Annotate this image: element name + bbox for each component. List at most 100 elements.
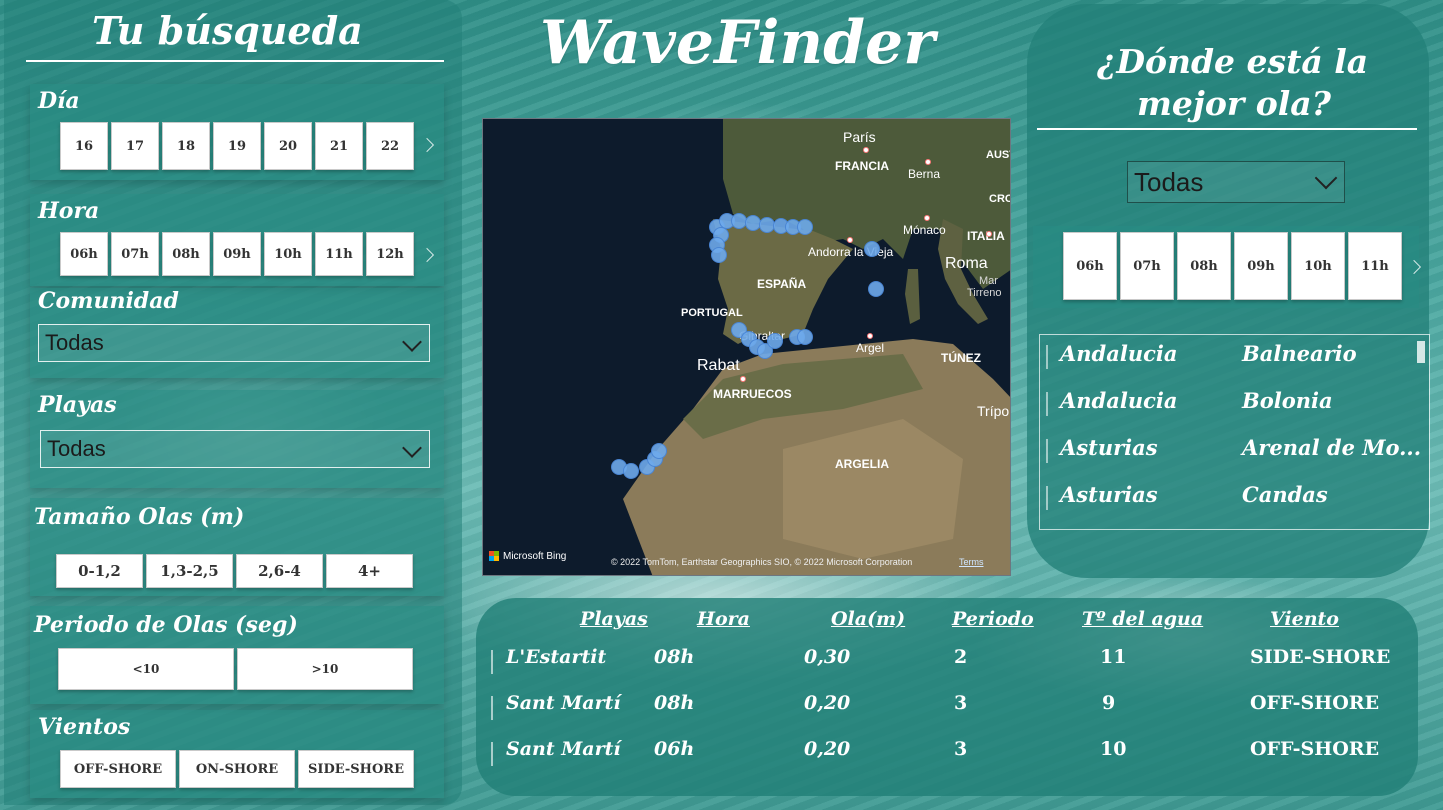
best-wave-hour-button[interactable]: 08h [1177, 232, 1231, 300]
period-button[interactable]: >10 [237, 648, 413, 690]
chevron-down-icon [1314, 166, 1338, 190]
table-row[interactable]: Sant Martí 06h 0,20 3 10 OFF-SHORE [476, 734, 1418, 774]
day-button[interactable]: 16 [60, 122, 108, 170]
hour-button[interactable]: 10h [264, 232, 312, 276]
hour-button[interactable]: 06h [60, 232, 108, 276]
bing-logo [489, 551, 499, 561]
hour-label: Hora [38, 198, 100, 224]
beach-marker[interactable] [864, 241, 880, 257]
hour-button[interactable]: 07h [111, 232, 159, 276]
beach-marker[interactable] [797, 329, 813, 345]
day-button[interactable]: 19 [213, 122, 261, 170]
community-dropdown[interactable]: Todas [38, 324, 430, 362]
wave-period-filter: Periodo de Olas (seg) <10 >10 [30, 606, 444, 704]
table-row[interactable]: L'Estartit 08h 0,30 2 11 SIDE-SHORE [476, 642, 1418, 682]
row-marker [1046, 392, 1048, 416]
results-table: Playas Hora Ola(m) Periodo Tº del agua V… [476, 598, 1418, 796]
cell-hora: 08h [654, 646, 695, 668]
hour-button[interactable]: 08h [162, 232, 210, 276]
map-view[interactable]: París FRANCIA Berna AUST CRO Mónaco ITAL… [482, 118, 1011, 576]
hour-button[interactable]: 11h [315, 232, 363, 276]
header-ola[interactable]: Ola(m) [831, 608, 905, 630]
best-wave-hour-button[interactable]: 11h [1348, 232, 1402, 300]
list-region: Andalucia [1060, 388, 1178, 413]
day-scroll-right-icon[interactable] [419, 137, 435, 153]
map-brand: Microsoft Bing [503, 551, 567, 562]
beach-marker[interactable] [767, 333, 783, 349]
map-terms-link[interactable]: Terms [959, 557, 984, 567]
row-marker [1046, 486, 1048, 510]
cell-agua: 11 [1100, 646, 1127, 668]
map-attribution: © 2022 TomTom, Earthstar Geographics SIO… [611, 557, 913, 567]
beach-marker[interactable] [711, 247, 727, 263]
map-label-monaco: Mónaco [903, 223, 946, 237]
hour-scroll-right-icon[interactable] [419, 247, 435, 263]
hour-filter: Hora 06h 07h 08h 09h 10h 11h 12h [30, 194, 444, 286]
beach-marker[interactable] [797, 219, 813, 235]
city-marker [863, 147, 869, 153]
header-agua[interactable]: Tº del agua [1082, 608, 1203, 630]
period-button[interactable]: <10 [58, 648, 234, 690]
map-label-mar-2: Tirreno [967, 287, 1002, 299]
logo-square [494, 556, 499, 561]
header-playas[interactable]: Playas [580, 608, 648, 630]
community-value: Todas [45, 330, 104, 355]
cell-agua: 10 [1100, 738, 1127, 760]
cell-viento: SIDE-SHORE [1250, 646, 1391, 668]
best-wave-hour-button[interactable]: 07h [1120, 232, 1174, 300]
cell-hora: 08h [654, 692, 695, 714]
day-label: Día [38, 88, 80, 114]
day-button[interactable]: 17 [111, 122, 159, 170]
best-wave-hour-button[interactable]: 09h [1234, 232, 1288, 300]
wave-size-filter: Tamaño Olas (m) 0-1,2 1,3-2,5 2,6-4 4+ [30, 498, 444, 596]
cell-periodo: 3 [954, 692, 968, 714]
winds-filter: Vientos OFF-SHORE ON-SHORE SIDE-SHORE [30, 710, 444, 798]
table-row[interactable]: Sant Martí 08h 0,20 3 9 OFF-SHORE [476, 688, 1418, 728]
list-beach: Candas [1242, 482, 1328, 507]
list-scrollbar[interactable] [1417, 341, 1425, 363]
city-marker [740, 376, 746, 382]
wind-button[interactable]: OFF-SHORE [60, 750, 176, 788]
day-button[interactable]: 21 [315, 122, 363, 170]
community-filter: Comunidad Todas [30, 288, 444, 378]
cell-viento: OFF-SHORE [1250, 738, 1380, 760]
wave-size-button[interactable]: 4+ [326, 554, 413, 588]
beach-marker[interactable] [868, 281, 884, 297]
cell-playa: Sant Martí [506, 738, 621, 760]
wave-size-button[interactable]: 2,6-4 [236, 554, 323, 588]
list-item[interactable]: Andalucia Balneario [1040, 337, 1416, 377]
cell-ola: 0,30 [804, 646, 851, 668]
wave-size-button[interactable]: 1,3-2,5 [146, 554, 233, 588]
list-item[interactable]: Asturias Arenal de Mo... [1040, 431, 1421, 471]
search-panel: Tu búsqueda Día 16 17 18 19 20 21 22 Hor… [4, 0, 462, 805]
list-item[interactable]: Asturias Candas [1040, 478, 1416, 518]
cell-periodo: 3 [954, 738, 968, 760]
wind-button[interactable]: ON-SHORE [179, 750, 295, 788]
best-wave-hour-button[interactable]: 06h [1063, 232, 1117, 300]
header-periodo[interactable]: Periodo [952, 608, 1034, 630]
search-title: Tu búsqueda [92, 8, 363, 53]
day-button[interactable]: 18 [162, 122, 210, 170]
day-button[interactable]: 20 [264, 122, 312, 170]
wind-button[interactable]: SIDE-SHORE [298, 750, 414, 788]
day-button[interactable]: 22 [366, 122, 414, 170]
title-divider [26, 60, 444, 62]
best-wave-hour-button[interactable]: 10h [1291, 232, 1345, 300]
best-wave-scroll-right-icon[interactable] [1406, 259, 1422, 275]
map-label-mar-1: Mar [979, 275, 998, 287]
header-hora[interactable]: Hora [697, 608, 750, 630]
map-label-argelia: ARGELIA [835, 457, 889, 471]
beach-marker[interactable] [623, 463, 639, 479]
best-wave-list: Andalucia Balneario Andalucia Bolonia As… [1039, 334, 1430, 530]
list-region: Andalucia [1060, 341, 1178, 366]
map-label-argel: Argel [856, 341, 885, 355]
header-viento[interactable]: Viento [1270, 608, 1339, 630]
wave-size-button[interactable]: 0-1,2 [56, 554, 143, 588]
hour-button[interactable]: 12h [366, 232, 414, 276]
city-marker [847, 237, 853, 243]
best-wave-dropdown[interactable]: Todas [1127, 161, 1345, 203]
beaches-dropdown[interactable]: Todas [40, 430, 430, 468]
beach-marker[interactable] [651, 443, 667, 459]
hour-button[interactable]: 09h [213, 232, 261, 276]
list-item[interactable]: Andalucia Bolonia [1040, 384, 1416, 424]
